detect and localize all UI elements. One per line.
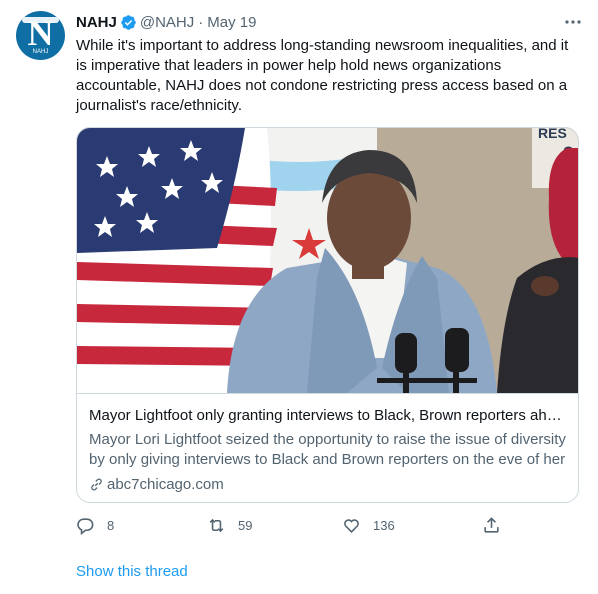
like-count: 136	[373, 517, 395, 533]
reply-button[interactable]: 8	[76, 513, 114, 537]
link-icon	[91, 478, 102, 490]
avatar-logo-subtext: NAHJ	[32, 49, 49, 55]
tweet-actions: 8 59 136	[76, 513, 506, 537]
retweet-count: 59	[238, 517, 253, 533]
show-thread-link[interactable]: Show this thread	[76, 562, 188, 582]
share-button[interactable]	[482, 513, 501, 537]
tweet-date[interactable]: May 19	[207, 14, 256, 31]
author-handle[interactable]: @NAHJ	[140, 14, 194, 31]
share-icon	[484, 516, 499, 533]
reply-count: 8	[107, 517, 115, 533]
tweet-text: While it's important to address long-sta…	[76, 37, 569, 114]
card-body[interactable]: Mayor Lightfoot only granting interviews…	[77, 393, 578, 502]
card-image: RES O MO	[77, 128, 578, 393]
card-title[interactable]: Mayor Lightfoot only granting interviews…	[89, 406, 569, 426]
more-icon[interactable]	[562, 13, 584, 31]
tweet-header: NAHJ @NAHJ · May 19	[76, 11, 256, 33]
verified-badge-icon	[121, 14, 136, 30]
card-description: Mayor Lori Lightfoot seized the opportun…	[89, 431, 566, 468]
retweet-button[interactable]: 59	[207, 513, 252, 537]
reply-icon	[77, 517, 94, 535]
like-button[interactable]: 136	[342, 513, 395, 537]
avatar[interactable]: N NAHJ	[16, 11, 65, 60]
card-domain-text: abc7chicago.com	[107, 475, 224, 493]
avatar-logo-letter: N	[27, 13, 54, 53]
card-domain[interactable]: abc7chicago.com	[89, 474, 224, 494]
retweet-icon	[209, 518, 224, 532]
link-card[interactable]: RES O MO Mayor Lightfoo	[76, 127, 579, 503]
separator-dot: ·	[198, 13, 204, 31]
like-icon	[344, 518, 359, 533]
author-name[interactable]: NAHJ	[76, 14, 117, 31]
sign-text-1: RES	[538, 128, 567, 141]
